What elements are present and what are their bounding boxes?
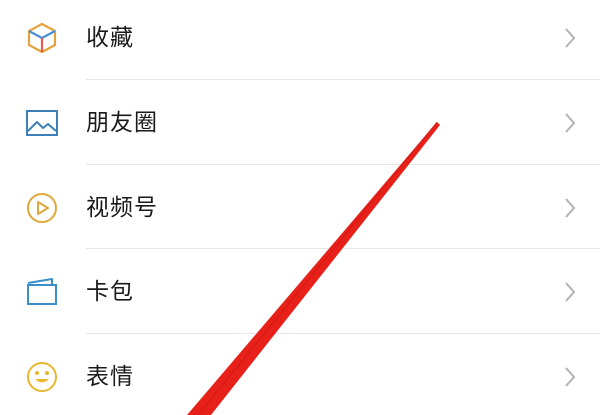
- menu-item-label: 收藏: [86, 25, 134, 51]
- chevron-right-icon: [562, 111, 578, 135]
- favorites-cube-icon: [24, 20, 60, 56]
- menu-item-label: 朋友圈: [86, 110, 158, 136]
- wechat-me-screen: 收藏 朋友圈 视频号 卡包 表情: [0, 0, 600, 415]
- sticker-smiley-icon: [24, 359, 60, 395]
- menu-item-label: 表情: [86, 364, 134, 390]
- menu-item-favorites[interactable]: 收藏: [0, 0, 600, 80]
- moments-picture-icon: [24, 105, 60, 141]
- chevron-right-icon: [562, 26, 578, 50]
- chevron-right-icon: [562, 280, 578, 304]
- menu-item-channels[interactable]: 视频号: [0, 166, 600, 250]
- divider: [86, 333, 600, 334]
- divider: [86, 164, 600, 165]
- menu-item-moments[interactable]: 朋友圈: [0, 81, 600, 165]
- menu-item-cards[interactable]: 卡包: [0, 250, 600, 334]
- divider: [86, 79, 600, 80]
- divider: [86, 248, 600, 249]
- channels-play-icon: [24, 190, 60, 226]
- chevron-right-icon: [562, 196, 578, 220]
- menu-item-stickers[interactable]: 表情: [0, 335, 600, 415]
- card-wallet-icon: [24, 274, 60, 310]
- chevron-right-icon: [562, 365, 578, 389]
- menu-item-label: 卡包: [86, 279, 134, 305]
- menu-item-label: 视频号: [86, 195, 158, 221]
